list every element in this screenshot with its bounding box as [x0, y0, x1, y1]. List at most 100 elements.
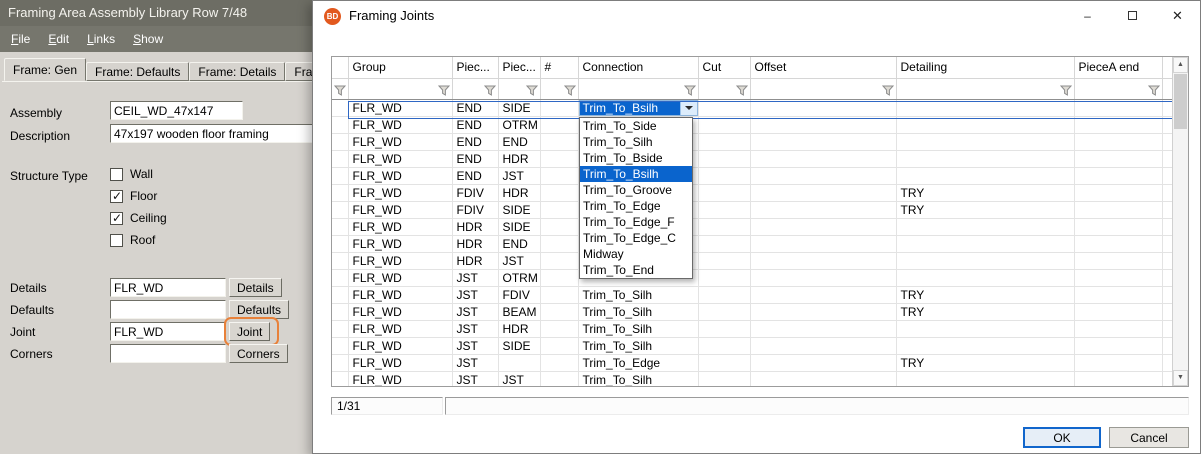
cell[interactable]: END	[498, 133, 540, 150]
row-selector[interactable]	[332, 218, 348, 235]
cell[interactable]	[1074, 218, 1162, 235]
cell[interactable]: JST	[452, 337, 498, 354]
cell[interactable]	[750, 286, 896, 303]
table-row[interactable]: FLR_WDENDHDR	[332, 150, 1174, 167]
row-selector[interactable]	[332, 116, 348, 133]
column-header[interactable]: Piec...	[452, 57, 498, 78]
cell[interactable]	[896, 167, 1074, 184]
cell[interactable]	[698, 116, 750, 133]
cell[interactable]: TRY	[896, 303, 1074, 320]
tab-frame-gen[interactable]: Frame: Gen	[4, 58, 86, 81]
cell[interactable]: FLR_WD	[348, 320, 452, 337]
cell[interactable]	[1074, 99, 1162, 116]
column-header[interactable]: #	[540, 57, 578, 78]
wall-checkbox[interactable]	[110, 168, 123, 181]
filter-icon[interactable]	[882, 85, 894, 96]
cell[interactable]: HDR	[452, 235, 498, 252]
row-selector[interactable]	[332, 184, 348, 201]
cell[interactable]: TRY	[896, 184, 1074, 201]
cell[interactable]	[750, 184, 896, 201]
cell[interactable]	[750, 235, 896, 252]
joint-field[interactable]	[110, 322, 226, 341]
cell[interactable]	[698, 133, 750, 150]
dropdown-item[interactable]: Trim_To_Groove	[580, 182, 692, 198]
dropdown-item[interactable]: Trim_To_Edge_C	[580, 230, 692, 246]
filter-icon[interactable]	[484, 85, 496, 96]
cell[interactable]	[1074, 337, 1162, 354]
cell[interactable]	[1074, 320, 1162, 337]
cell[interactable]: JST	[452, 320, 498, 337]
cell[interactable]	[896, 235, 1074, 252]
ok-button[interactable]: OK	[1023, 427, 1101, 448]
corners-field[interactable]	[110, 344, 226, 363]
cell[interactable]: FLR_WD	[348, 99, 452, 116]
cell[interactable]	[540, 371, 578, 387]
column-header[interactable]	[332, 57, 348, 78]
cell[interactable]: HDR	[452, 252, 498, 269]
cell[interactable]	[1074, 184, 1162, 201]
row-selector[interactable]	[332, 269, 348, 286]
cell[interactable]: JST	[452, 269, 498, 286]
cell[interactable]: HDR	[452, 218, 498, 235]
cell[interactable]	[698, 371, 750, 387]
cell[interactable]: JST	[498, 252, 540, 269]
cell[interactable]: FLR_WD	[348, 184, 452, 201]
cell[interactable]	[698, 269, 750, 286]
cell[interactable]: OTRM	[498, 269, 540, 286]
cell[interactable]	[540, 184, 578, 201]
column-header[interactable]: Offset	[750, 57, 896, 78]
defaults-button[interactable]: Defaults	[229, 300, 289, 319]
cell[interactable]	[896, 269, 1074, 286]
column-header[interactable]: Piec...	[498, 57, 540, 78]
menu-item-show[interactable]: Show	[124, 26, 172, 52]
cell[interactable]: BEAM	[498, 303, 540, 320]
defaults-field[interactable]	[110, 300, 226, 319]
table-row[interactable]: FLR_WDENDJST	[332, 167, 1174, 184]
cell[interactable]	[1074, 252, 1162, 269]
cell[interactable]	[540, 354, 578, 371]
column-header[interactable]: Cut	[698, 57, 750, 78]
cell[interactable]	[750, 150, 896, 167]
cell[interactable]: FLR_WD	[348, 337, 452, 354]
cell[interactable]: FLR_WD	[348, 201, 452, 218]
cell[interactable]	[896, 150, 1074, 167]
table-row[interactable]: FLR_WDHDREND	[332, 235, 1174, 252]
cell[interactable]: HDR	[498, 320, 540, 337]
scroll-up-icon[interactable]: ▲	[1173, 57, 1188, 73]
cell[interactable]: JST	[452, 371, 498, 387]
cell[interactable]	[698, 286, 750, 303]
connection-combobox[interactable]: Trim_To_Bsilh	[579, 100, 698, 116]
cell[interactable]: FLR_WD	[348, 269, 452, 286]
row-selector[interactable]	[332, 133, 348, 150]
cell[interactable]	[698, 235, 750, 252]
cell[interactable]: FLR_WD	[348, 167, 452, 184]
row-selector[interactable]	[332, 150, 348, 167]
column-header[interactable]: Group	[348, 57, 452, 78]
cell[interactable]	[540, 99, 578, 116]
cell[interactable]: Trim_To_Bsilh	[578, 99, 698, 116]
cell[interactable]: JST	[498, 167, 540, 184]
row-selector[interactable]	[332, 235, 348, 252]
table-row[interactable]: FLR_WDHDRJST	[332, 252, 1174, 269]
scrollbar-thumb[interactable]	[1174, 74, 1187, 129]
cell[interactable]: TRY	[896, 354, 1074, 371]
cell[interactable]	[750, 337, 896, 354]
table-row[interactable]: FLR_WDJSTJSTTrim_To_Silh	[332, 371, 1174, 387]
row-selector[interactable]	[332, 99, 348, 116]
dropdown-item[interactable]: Trim_To_Side	[580, 118, 692, 134]
column-header[interactable]: Connection	[578, 57, 698, 78]
cell[interactable]	[896, 218, 1074, 235]
vertical-scrollbar[interactable]: ▲ ▼	[1172, 57, 1188, 386]
floor-checkbox[interactable]	[110, 190, 123, 203]
assembly-field[interactable]	[110, 101, 243, 120]
cell[interactable]	[896, 371, 1074, 387]
cell[interactable]: OTRM	[498, 116, 540, 133]
cell[interactable]	[750, 303, 896, 320]
cell[interactable]: Trim_To_Edge	[578, 354, 698, 371]
cell[interactable]	[698, 252, 750, 269]
cell[interactable]	[896, 133, 1074, 150]
cell[interactable]: Trim_To_Silh	[578, 337, 698, 354]
table-row[interactable]: FLR_WDENDOTRM	[332, 116, 1174, 133]
cell[interactable]	[540, 150, 578, 167]
ceiling-checkbox[interactable]	[110, 212, 123, 225]
